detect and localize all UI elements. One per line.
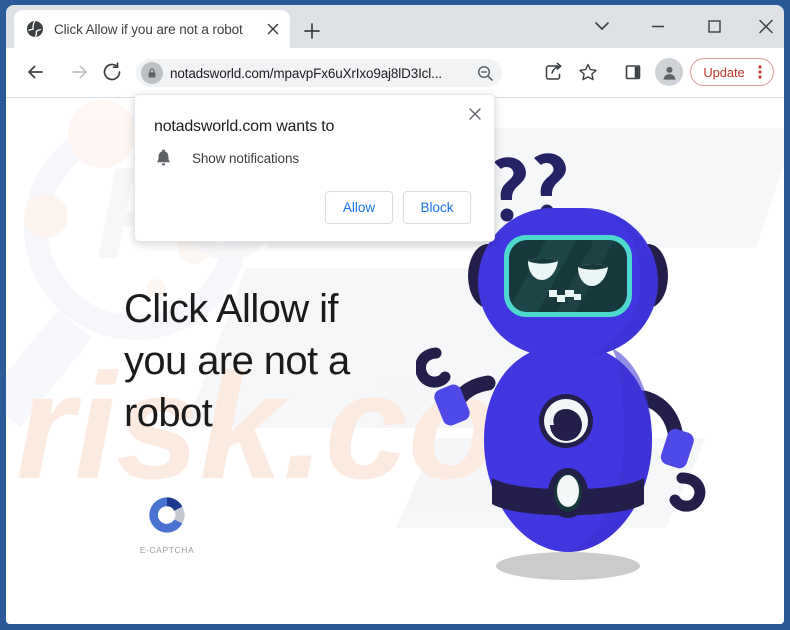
reload-icon[interactable] [96, 56, 128, 88]
c-captcha-logo-icon [145, 497, 189, 541]
back-arrow-icon[interactable] [21, 56, 53, 88]
allow-button[interactable]: Allow [325, 191, 393, 224]
dialog-title: notadsworld.com wants to [154, 118, 335, 135]
three-dots-icon[interactable] [750, 62, 770, 82]
page-title: Click Allow if you are not a robot [124, 287, 350, 435]
update-button-label: Update [703, 64, 745, 80]
captcha-badge: E-CAPTCHA [132, 493, 202, 555]
notification-permission-dialog: notadsworld.com wants to Show notificati… [134, 94, 495, 242]
star-icon[interactable] [574, 58, 602, 86]
browser-toolbar: notadsworld.com/mpavpFx6uXrIxo9aj8lD3Icl… [6, 48, 784, 98]
browser-window: Click Allow if you are not a robot notad… [6, 5, 784, 624]
address-bar-url: notadsworld.com/mpavpFx6uXrIxo9aj8lD3Icl… [170, 65, 442, 81]
forward-arrow-icon [62, 56, 94, 88]
tab-close-icon[interactable] [264, 20, 282, 38]
globe-icon [26, 20, 44, 38]
new-tab-button[interactable] [299, 18, 325, 44]
tab-strip: Click Allow if you are not a robot [6, 5, 784, 48]
update-button[interactable]: Update [690, 58, 774, 86]
lock-icon[interactable] [141, 62, 163, 84]
captcha-label: E-CAPTCHA [139, 545, 195, 555]
tab-title: Click Allow if you are not a robot [54, 21, 243, 37]
tab-search-button[interactable] [580, 9, 624, 43]
permission-label: Show notifications [192, 151, 300, 166]
browser-window-frame: Click Allow if you are not a robot notad… [0, 0, 790, 630]
address-bar[interactable]: notadsworld.com/mpavpFx6uXrIxo9aj8lD3Icl… [136, 59, 502, 87]
profile-avatar-icon[interactable] [655, 58, 683, 86]
zoom-out-icon[interactable] [474, 62, 496, 84]
minimize-button[interactable] [636, 9, 680, 43]
side-panel-icon[interactable] [619, 58, 647, 86]
browser-tab[interactable]: Click Allow if you are not a robot [14, 10, 290, 48]
bell-icon [155, 149, 172, 168]
maximize-button[interactable] [692, 9, 736, 43]
share-icon[interactable] [539, 58, 567, 86]
close-icon[interactable] [465, 104, 485, 124]
close-window-button[interactable] [744, 9, 784, 43]
block-button[interactable]: Block [403, 191, 471, 224]
permission-row: Show notifications [155, 149, 299, 168]
